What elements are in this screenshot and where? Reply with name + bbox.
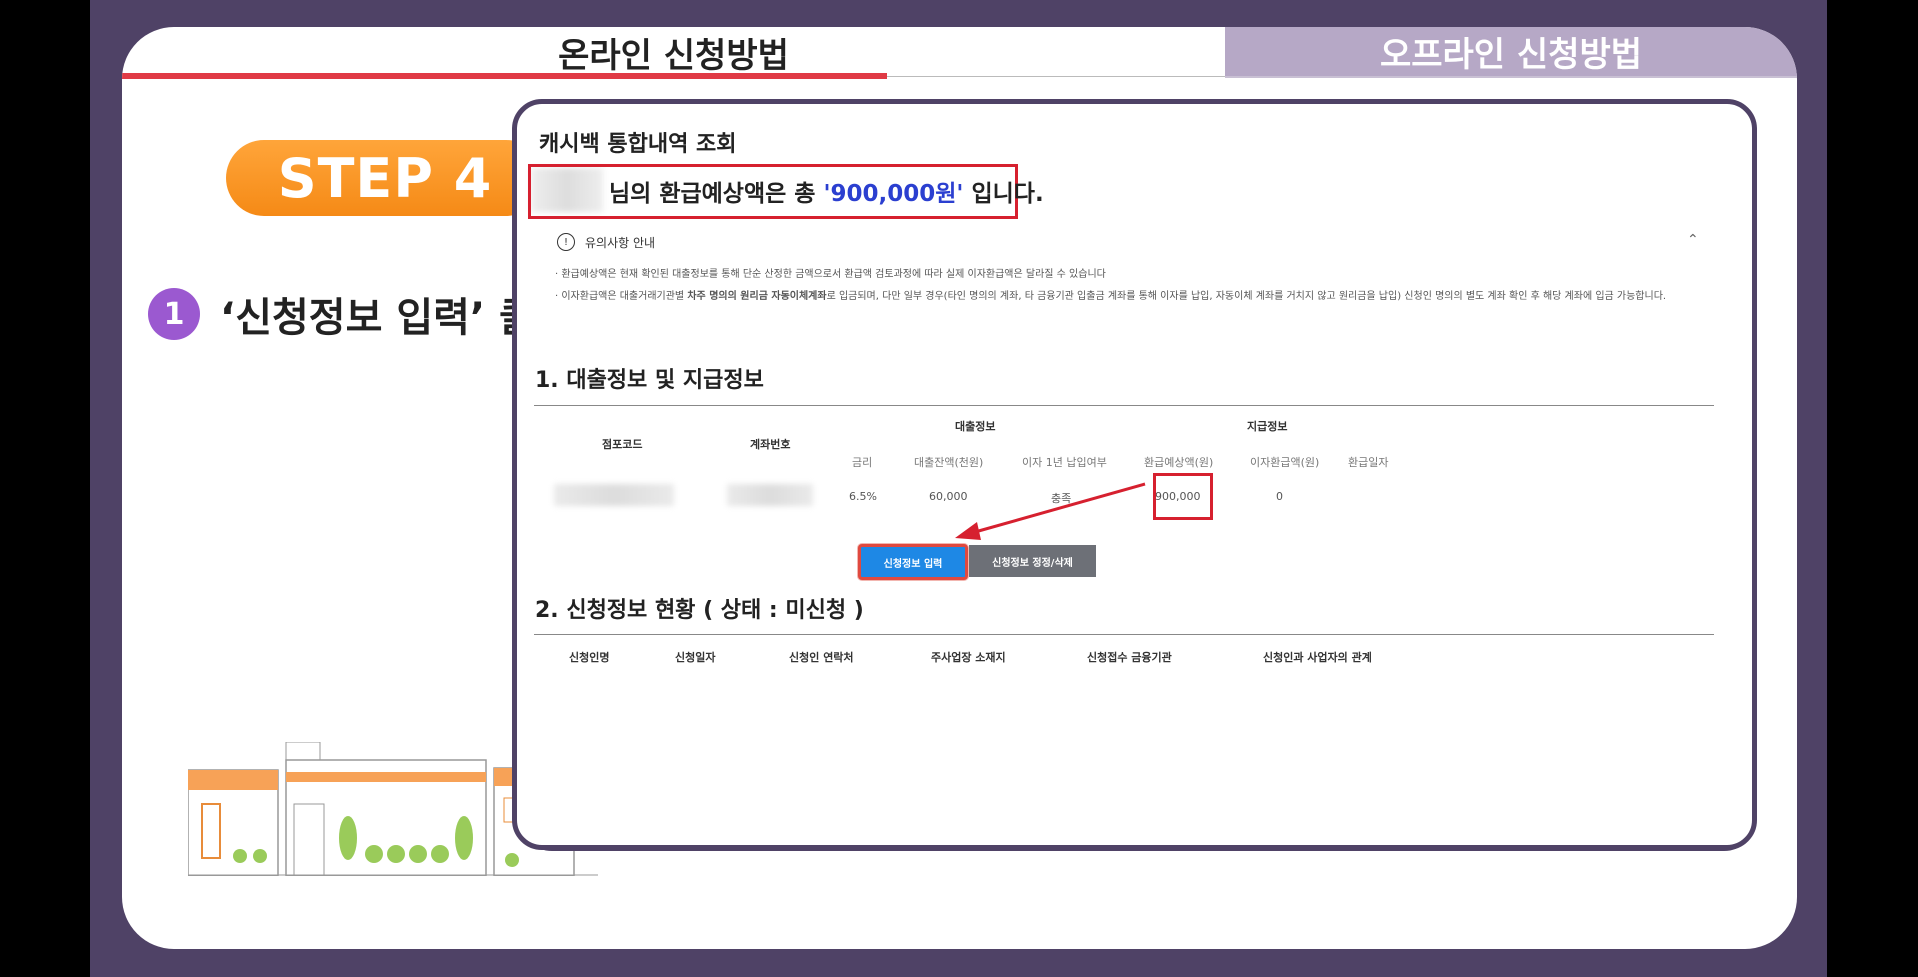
col-relation: 신청인과 사업자의 관계 bbox=[1263, 651, 1372, 664]
col-contact: 신청인 연락처 bbox=[789, 651, 854, 664]
tab-offline[interactable]: 오프라인 신청방법 bbox=[1225, 27, 1797, 78]
sub-rate: 금리 bbox=[852, 456, 873, 469]
step-badge: STEP 4 bbox=[226, 140, 544, 216]
notice-header[interactable]: ! 유의사항 안내 bbox=[557, 233, 655, 251]
section-loan-info-title: 1. 대출정보 및 지급정보 bbox=[535, 368, 764, 393]
screenshot-panel: 캐시백 통합내역 조회 님의 환급예상액은 총 '900,000원' 입니다. … bbox=[512, 99, 1757, 850]
tab-online-underline bbox=[122, 73, 887, 79]
sub-interest-paid: 이자 1년 납입여부 bbox=[1022, 456, 1107, 469]
cell-refund-paid: 0 bbox=[1276, 490, 1283, 503]
pointer-arrow-icon bbox=[955, 482, 1146, 540]
section-application-status-title: 2. 신청정보 현황 ( 상태 : 미신청 ) bbox=[535, 598, 864, 623]
col-applicant-name: 신청인명 bbox=[569, 651, 610, 664]
group-pay-info: 지급정보 bbox=[1247, 420, 1288, 433]
sub-refund-paid: 이자환급액(원) bbox=[1250, 456, 1320, 469]
col-apply-date: 신청일자 bbox=[675, 651, 716, 664]
notice-line-2a: · 이자환급액은 대출거래기관별 bbox=[555, 291, 688, 302]
col-branch-code: 점포코드 bbox=[602, 438, 643, 451]
panel-title: 캐시백 통합내역 조회 bbox=[539, 132, 737, 157]
col-business-location: 주사업장 소재지 bbox=[931, 651, 1006, 664]
notice-line-2c: 로 입금되며, 다만 일부 경우(타인 명의의 계좌, 타 금융기관 입출금 계… bbox=[826, 291, 1667, 302]
notice-line-2-bold: 차주 명의의 원리금 자동이체계좌 bbox=[687, 291, 827, 302]
table1-top-border bbox=[534, 405, 1714, 406]
sub-refund-expected: 환급예상액(원) bbox=[1144, 456, 1214, 469]
notice-line-1: · 환급예상액은 현재 확인된 대출정보를 통해 단순 산정한 금액으로서 환급… bbox=[555, 269, 1106, 280]
sub-balance: 대출잔액(천원) bbox=[914, 456, 984, 469]
chevron-up-icon[interactable]: ⌃ bbox=[1687, 232, 1699, 248]
cell-rate: 6.5% bbox=[849, 490, 877, 503]
group-loan-info: 대출정보 bbox=[955, 420, 996, 433]
refund-suffix: 입니다. bbox=[963, 181, 1044, 207]
notice-line-2: · 이자환급액은 대출거래기관별 차주 명의의 원리금 자동이체계좌로 입금되며… bbox=[555, 288, 1700, 306]
edit-delete-button[interactable]: 신청정보 정정/삭제 bbox=[969, 545, 1096, 577]
col-institution: 신청접수 금융기관 bbox=[1087, 651, 1172, 664]
refund-summary: 님의 환급예상액은 총 '900,000원' 입니다. bbox=[609, 174, 1044, 208]
col-account: 계좌번호 bbox=[750, 438, 791, 451]
tab-divider bbox=[887, 76, 1225, 77]
blurred-branch-code bbox=[554, 484, 674, 506]
blurred-account bbox=[727, 484, 813, 506]
notice-title: 유의사항 안내 bbox=[585, 235, 656, 250]
table2-top-border bbox=[534, 634, 1714, 635]
step-number-icon: 1 bbox=[148, 288, 200, 340]
refund-amount: '900,000원' bbox=[823, 181, 964, 207]
tab-online[interactable]: 온라인 신청방법 bbox=[122, 27, 1225, 77]
info-icon: ! bbox=[557, 233, 575, 251]
refund-prefix: 님의 환급예상액은 총 bbox=[609, 181, 824, 207]
sub-refund-date: 환급일자 bbox=[1348, 456, 1389, 469]
apply-info-button[interactable]: 신청정보 입력 bbox=[858, 544, 968, 580]
